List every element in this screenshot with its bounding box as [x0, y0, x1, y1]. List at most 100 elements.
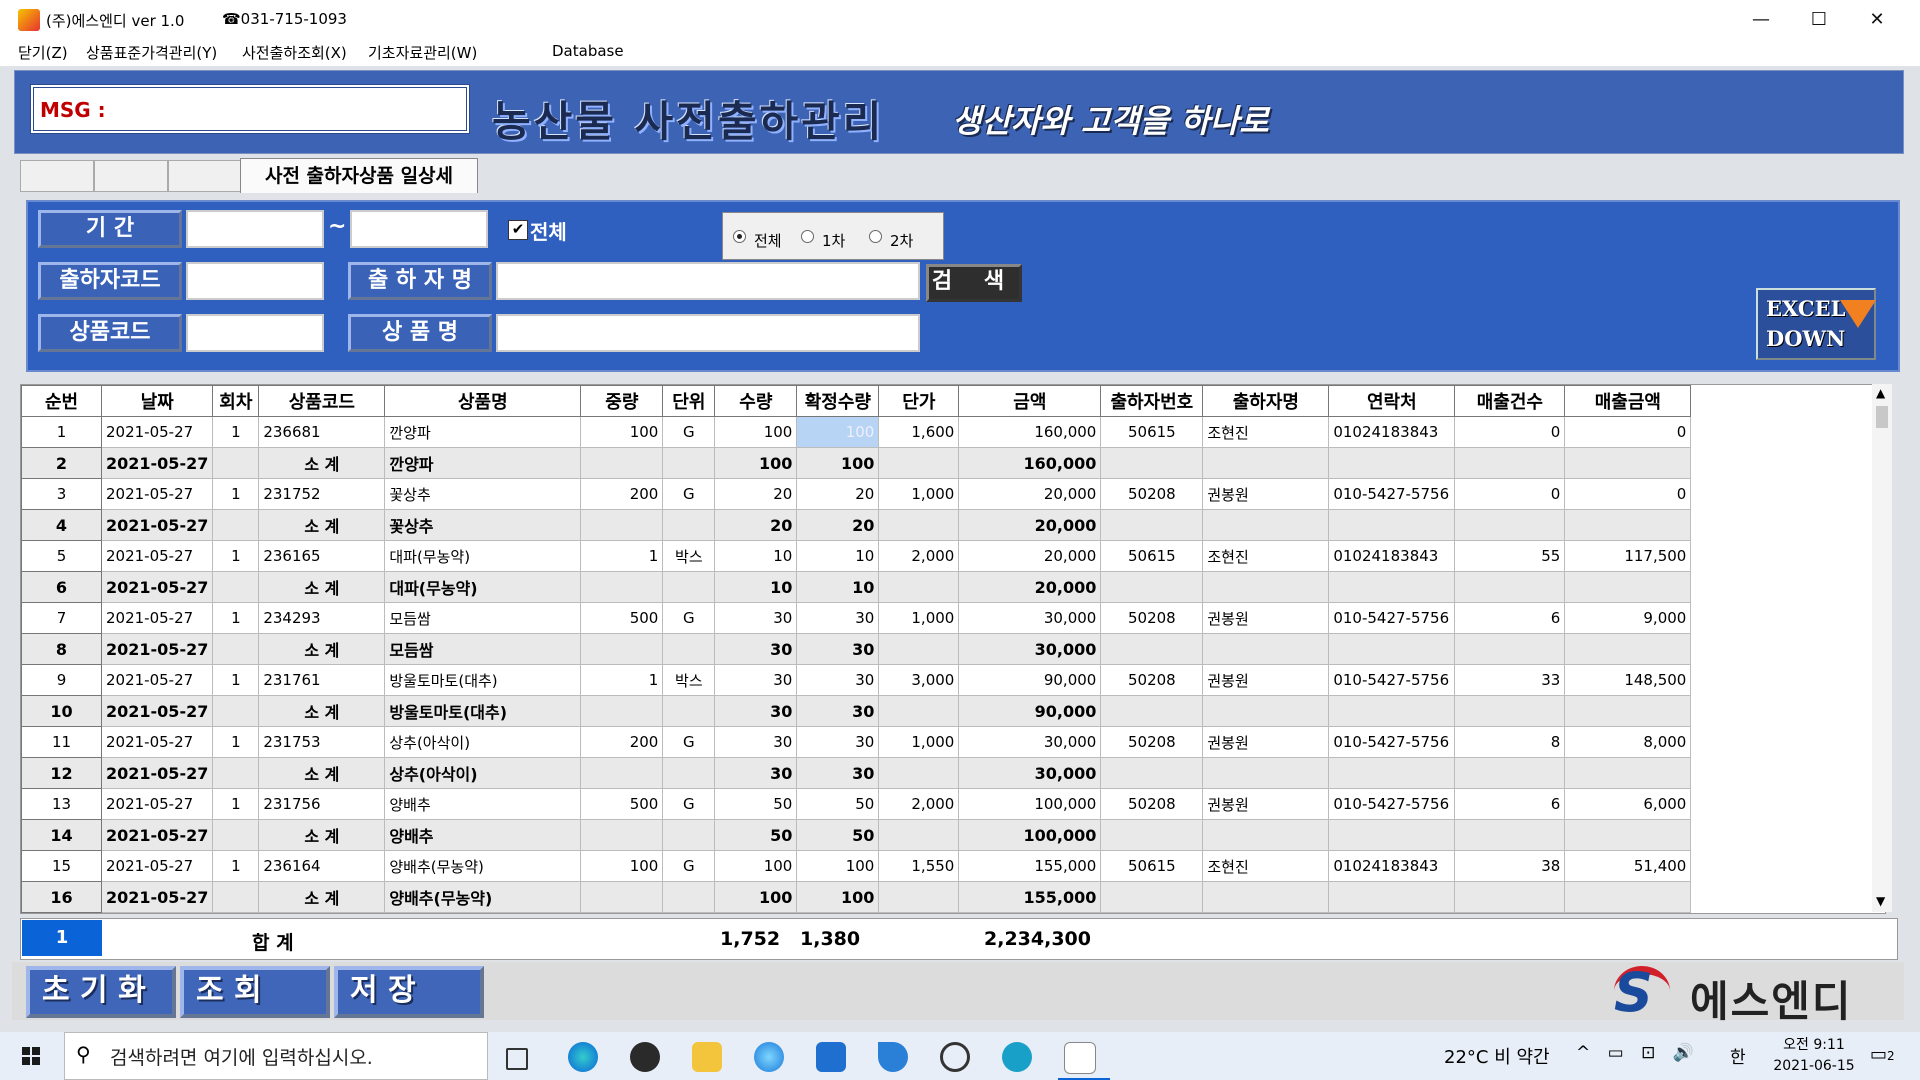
- table-cell[interactable]: [662, 881, 716, 913]
- table-cell[interactable]: 1,600: [878, 416, 960, 448]
- table-cell[interactable]: 권봉원: [1202, 788, 1330, 820]
- table-row[interactable]: 5 2021-05-27 1 236165 대파(무농약) 1 박스 10 10 2,000 20,…: [21, 540, 1692, 572]
- column-header[interactable]: 매출금액: [1564, 385, 1692, 417]
- table-cell[interactable]: 2,000: [878, 788, 960, 820]
- table-cell[interactable]: [1100, 819, 1204, 851]
- table-cell[interactable]: [662, 571, 716, 603]
- column-header[interactable]: 상품명: [384, 385, 582, 417]
- table-cell[interactable]: 1: [212, 540, 260, 572]
- table-cell[interactable]: G: [662, 726, 716, 758]
- table-cell[interactable]: 10: [796, 540, 880, 572]
- search-button[interactable]: 검 색: [926, 264, 1022, 302]
- table-cell[interactable]: 1: [212, 664, 260, 696]
- edge-browser-icon[interactable]: [568, 1042, 598, 1072]
- table-cell[interactable]: 500: [580, 602, 664, 634]
- table-cell[interactable]: 양배추: [384, 788, 582, 820]
- table-cell[interactable]: 2021-05-27: [100, 695, 214, 727]
- table-cell[interactable]: 상추(아삭이): [384, 757, 582, 789]
- table-cell[interactable]: [1454, 509, 1566, 541]
- table-cell[interactable]: [1328, 757, 1456, 789]
- task-view-icon[interactable]: [506, 1048, 528, 1070]
- table-cell[interactable]: 2021-05-27: [100, 726, 214, 758]
- product-name-input[interactable]: [496, 314, 920, 352]
- table-cell[interactable]: 01024183843: [1328, 850, 1456, 882]
- table-cell[interactable]: [1564, 509, 1692, 541]
- table-cell[interactable]: 0: [1564, 416, 1692, 448]
- windows-start-icon[interactable]: [22, 1047, 40, 1065]
- table-cell[interactable]: 160,000: [958, 416, 1102, 448]
- table-cell[interactable]: 소 계: [258, 695, 386, 727]
- table-cell[interactable]: 231752: [258, 478, 386, 510]
- table-row[interactable]: 7 2021-05-27 1 234293 모듬쌈 500 G 30 30 1,000 30,000…: [21, 602, 1692, 634]
- table-cell[interactable]: 양배추(무농약): [384, 850, 582, 882]
- table-cell[interactable]: 50: [796, 819, 880, 851]
- column-header[interactable]: 단위: [662, 385, 716, 417]
- table-cell[interactable]: 100: [714, 416, 798, 448]
- column-header[interactable]: 중량: [580, 385, 664, 417]
- table-cell[interactable]: 양배추(무농약): [384, 881, 582, 913]
- table-cell[interactable]: [1328, 633, 1456, 665]
- table-cell[interactable]: 1: [212, 602, 260, 634]
- subtotal-row[interactable]: 6 2021-05-27 소 계 대파(무농약) 10 10 20,000: [21, 571, 1692, 603]
- table-cell[interactable]: 2021-05-27: [100, 416, 214, 448]
- table-cell[interactable]: [662, 633, 716, 665]
- table-cell[interactable]: 90,000: [958, 664, 1102, 696]
- shipper-code-input[interactable]: [186, 262, 324, 300]
- notification-center-icon[interactable]: ▭2: [1870, 1044, 1895, 1065]
- table-cell[interactable]: 소 계: [258, 757, 386, 789]
- table-cell[interactable]: G: [662, 602, 716, 634]
- scroll-down-icon[interactable]: ▼: [1876, 894, 1885, 908]
- column-header[interactable]: 출하자번호: [1100, 385, 1204, 417]
- table-cell[interactable]: [662, 509, 716, 541]
- table-cell[interactable]: 100: [714, 850, 798, 882]
- table-cell[interactable]: [1328, 447, 1456, 479]
- table-cell[interactable]: [1202, 695, 1330, 727]
- table-cell[interactable]: 2,000: [878, 540, 960, 572]
- table-cell[interactable]: 117,500: [1564, 540, 1692, 572]
- table-cell[interactable]: 조현진: [1202, 540, 1330, 572]
- table-cell[interactable]: 10: [21, 695, 102, 727]
- table-cell[interactable]: G: [662, 850, 716, 882]
- table-cell[interactable]: 4: [21, 509, 102, 541]
- table-cell[interactable]: 01024183843: [1328, 416, 1456, 448]
- table-cell[interactable]: 50208: [1100, 726, 1204, 758]
- table-cell[interactable]: [1202, 571, 1330, 603]
- column-header[interactable]: 매출건수: [1454, 385, 1566, 417]
- table-cell[interactable]: [1100, 757, 1204, 789]
- table-cell[interactable]: 160,000: [958, 447, 1102, 479]
- table-cell[interactable]: [580, 447, 664, 479]
- minimize-button[interactable]: —: [1732, 0, 1790, 40]
- table-cell[interactable]: 대파(무농약): [384, 540, 582, 572]
- table-cell[interactable]: 2021-05-27: [100, 757, 214, 789]
- table-cell[interactable]: [1100, 633, 1204, 665]
- subtotal-row[interactable]: 10 2021-05-27 소 계 방울토마토(대추) 30 30 90,000: [21, 695, 1692, 727]
- tab-shipper-product-detail[interactable]: 사전 출하자상품 일상세: [240, 158, 478, 193]
- table-cell[interactable]: 50: [714, 819, 798, 851]
- table-cell[interactable]: [212, 447, 260, 479]
- table-cell[interactable]: 2021-05-27: [100, 571, 214, 603]
- all-period-checkbox[interactable]: ✔: [508, 220, 528, 240]
- table-cell[interactable]: 30: [796, 726, 880, 758]
- shipment-grid[interactable]: 순번 날짜 회차 상품코드 상품명 중량 단위 수량 확정수량 단가 금액 출하자번호 출하자명 연락처 매…: [20, 384, 1886, 914]
- table-cell[interactable]: 50208: [1100, 602, 1204, 634]
- table-cell[interactable]: [1328, 819, 1456, 851]
- tab-1[interactable]: [20, 160, 94, 192]
- table-cell[interactable]: 1: [212, 478, 260, 510]
- table-cell[interactable]: [662, 695, 716, 727]
- subtotal-row[interactable]: 12 2021-05-27 소 계 상추(아삭이) 30 30 30,000: [21, 757, 1692, 789]
- ime-indicator[interactable]: 한: [1730, 1043, 1746, 1068]
- table-cell[interactable]: [580, 571, 664, 603]
- table-cell[interactable]: [1328, 695, 1456, 727]
- table-cell[interactable]: 모듬쌈: [384, 602, 582, 634]
- table-cell[interactable]: 2021-05-27: [100, 509, 214, 541]
- table-cell[interactable]: 2021-05-27: [100, 540, 214, 572]
- menu-preshipment-query[interactable]: 사전출하조회(X): [242, 42, 347, 63]
- table-cell[interactable]: [878, 757, 960, 789]
- save-button[interactable]: 저 장: [334, 966, 484, 1018]
- table-cell[interactable]: [1454, 633, 1566, 665]
- table-cell[interactable]: [1100, 695, 1204, 727]
- table-cell[interactable]: [662, 757, 716, 789]
- menu-standard-price[interactable]: 상품표준가격관리(Y): [86, 42, 217, 63]
- table-cell[interactable]: 20: [796, 509, 880, 541]
- mail-icon[interactable]: [816, 1042, 846, 1072]
